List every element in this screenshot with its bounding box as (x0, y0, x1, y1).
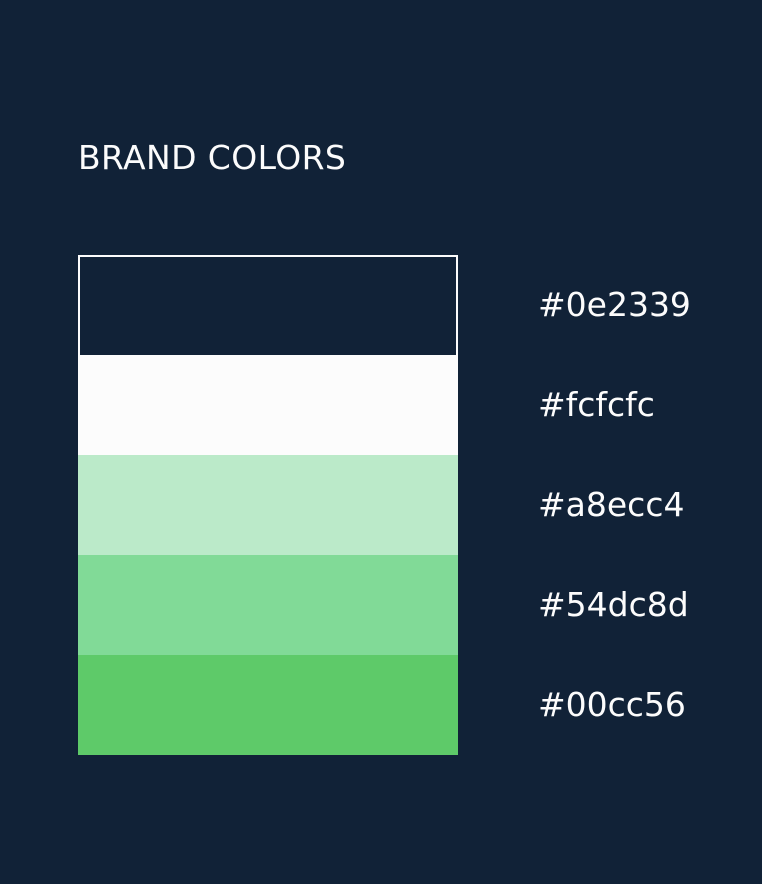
color-swatch (78, 455, 458, 555)
color-swatch (78, 555, 458, 655)
swatch-row: #54dc8d (78, 555, 689, 655)
swatch-row: #00cc56 (78, 655, 686, 755)
color-palette: #0e2339 #fcfcfc #a8ecc4 #54dc8d #00cc56 (78, 255, 691, 755)
hex-code-label: #a8ecc4 (538, 485, 685, 524)
color-swatch (78, 655, 458, 755)
swatch-row: #a8ecc4 (78, 455, 684, 555)
swatch-row: #0e2339 (78, 255, 691, 355)
hex-code-label: #00cc56 (538, 685, 686, 724)
swatch-row: #fcfcfc (78, 355, 655, 455)
hex-code-label: #fcfcfc (538, 385, 655, 424)
page-title: BRAND COLORS (78, 138, 347, 177)
color-swatch (78, 355, 458, 455)
hex-code-label: #0e2339 (538, 285, 691, 324)
hex-code-label: #54dc8d (538, 585, 689, 624)
color-swatch (78, 255, 458, 355)
